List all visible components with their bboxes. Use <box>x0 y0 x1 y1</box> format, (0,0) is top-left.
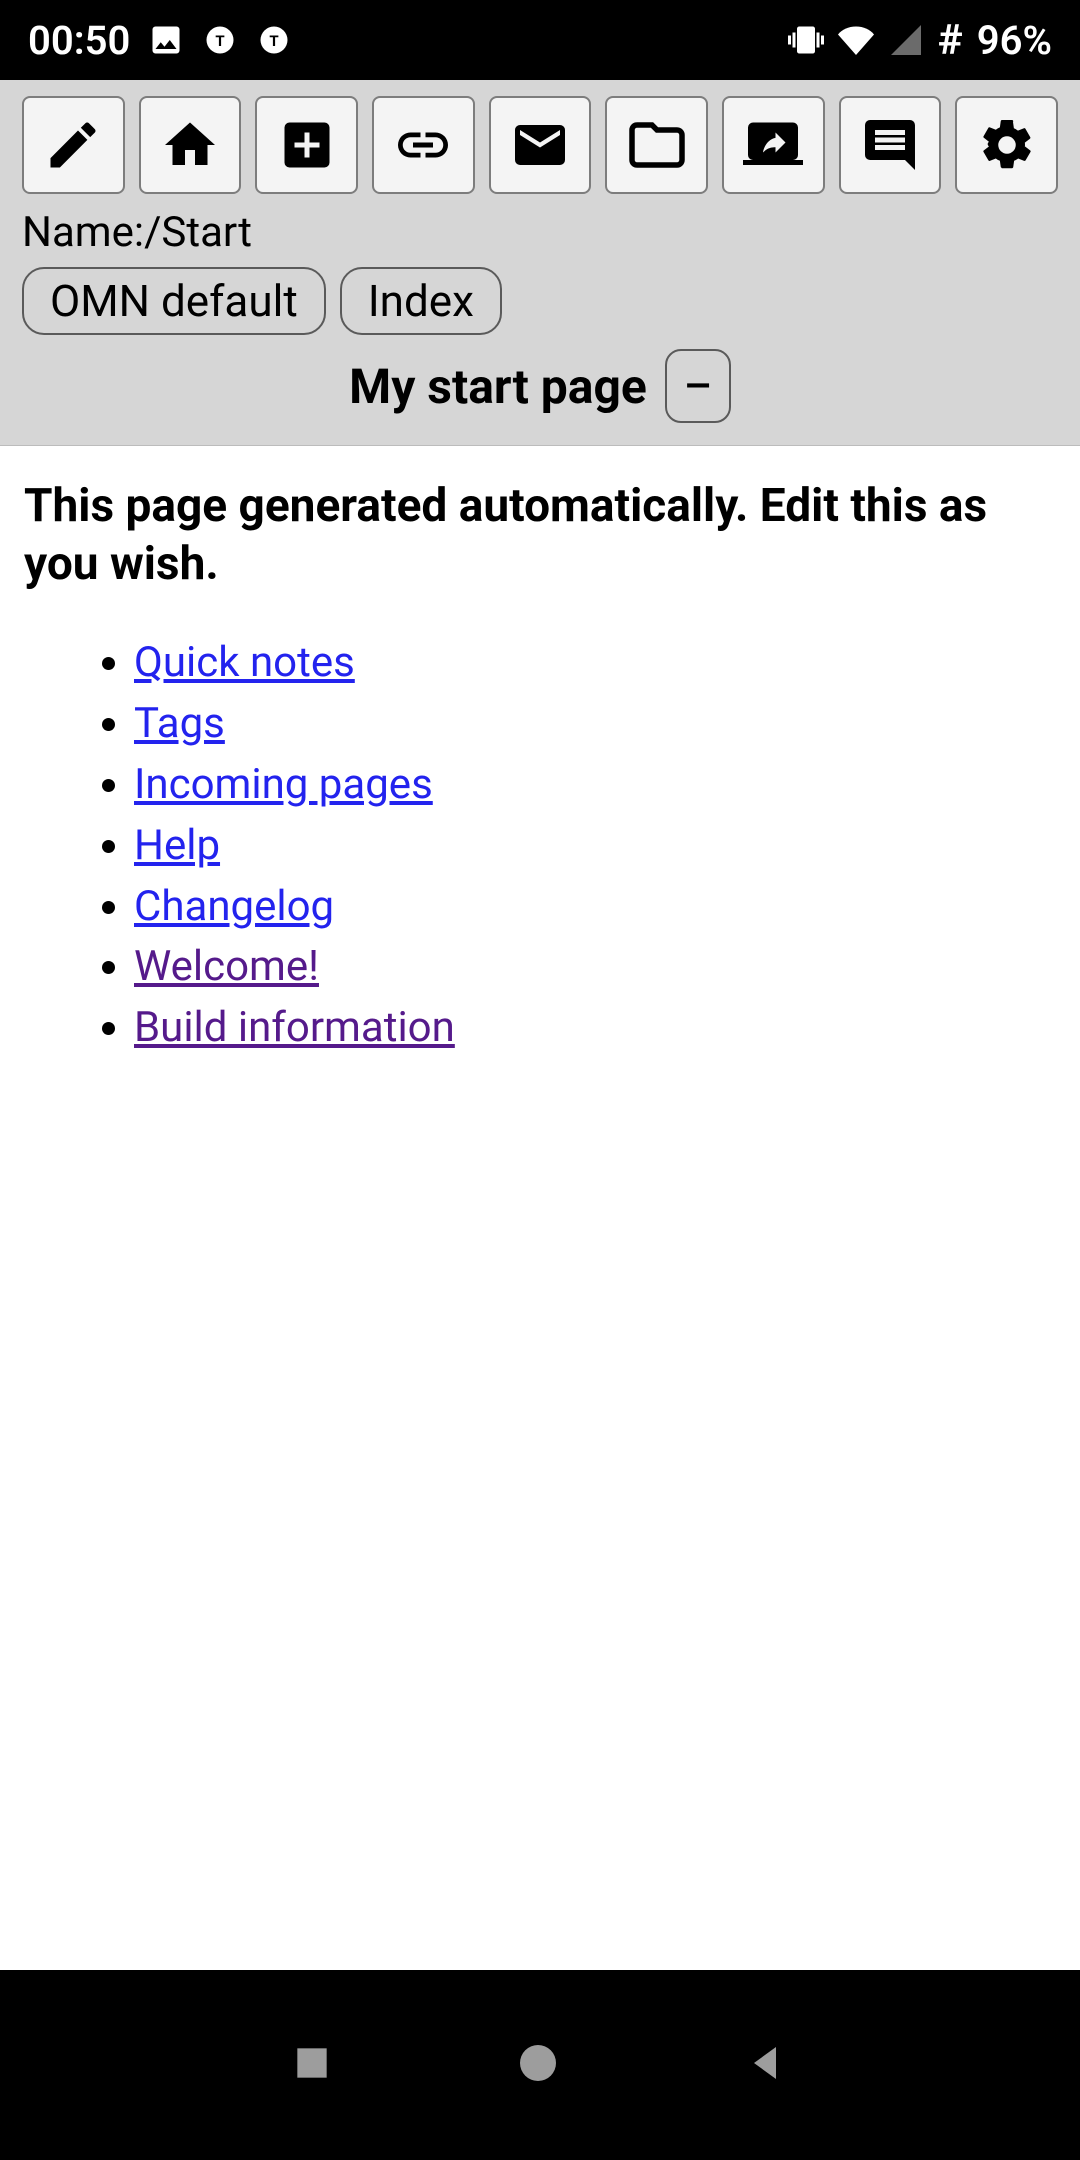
link-button[interactable] <box>372 96 475 194</box>
link-changelog[interactable]: Changelog <box>134 882 334 931</box>
page-title: My start page <box>349 358 647 415</box>
signal-icon <box>888 22 924 58</box>
comment-button[interactable] <box>839 96 942 194</box>
list-item: Welcome! <box>134 937 1056 998</box>
vibrate-icon <box>788 22 824 58</box>
pencil-icon <box>43 115 103 175</box>
app-badge-icon: T <box>256 22 292 58</box>
new-button[interactable] <box>255 96 358 194</box>
folder-button[interactable] <box>605 96 708 194</box>
list-item: Build information <box>134 998 1056 1059</box>
link-incoming-pages[interactable]: Incoming pages <box>134 760 433 809</box>
status-time: 00:50 <box>28 17 130 64</box>
list-item: Help <box>134 816 1056 877</box>
chip-omn-default[interactable]: OMN default <box>22 267 326 335</box>
home-button[interactable] <box>139 96 242 194</box>
link-build-information[interactable]: Build information <box>134 1003 455 1052</box>
comment-icon <box>860 115 920 175</box>
folder-icon <box>627 115 687 175</box>
settings-button[interactable] <box>955 96 1058 194</box>
nav-recent-button[interactable] <box>290 2041 334 2089</box>
gear-icon <box>977 115 1037 175</box>
title-row: My start page – <box>22 349 1058 423</box>
mail-icon <box>510 115 570 175</box>
status-right: # 96% <box>788 16 1052 65</box>
home-icon <box>160 115 220 175</box>
mail-button[interactable] <box>489 96 592 194</box>
link-icon <box>393 115 453 175</box>
chip-index[interactable]: Index <box>340 267 502 335</box>
plus-box-icon <box>277 115 337 175</box>
circle-icon <box>514 2039 562 2087</box>
svg-text:T: T <box>216 32 225 50</box>
link-tags[interactable]: Tags <box>134 699 225 748</box>
toolbar <box>22 96 1058 194</box>
chip-row: OMN default Index <box>22 267 1058 335</box>
status-hash: # <box>938 16 963 65</box>
header-area: Name:/Start OMN default Index My start p… <box>0 80 1080 446</box>
page-path: Name:/Start <box>22 208 1058 257</box>
wifi-icon <box>838 22 874 58</box>
collapse-button[interactable]: – <box>665 349 731 423</box>
nav-back-button[interactable] <box>742 2039 790 2091</box>
link-welcome[interactable]: Welcome! <box>134 942 319 991</box>
status-bar: 00:50 T T # 96% <box>0 0 1080 80</box>
list-item: Changelog <box>134 877 1056 938</box>
edit-button[interactable] <box>22 96 125 194</box>
list-item: Incoming pages <box>134 755 1056 816</box>
triangle-back-icon <box>742 2039 790 2087</box>
link-list: Quick notes Tags Incoming pages Help Cha… <box>24 633 1056 1059</box>
square-icon <box>290 2041 334 2085</box>
link-help[interactable]: Help <box>134 821 220 870</box>
picture-icon <box>148 22 184 58</box>
list-item: Quick notes <box>134 633 1056 694</box>
status-left: 00:50 T T <box>28 17 292 64</box>
intro-text: This page generated automatically. Edit … <box>24 478 1056 593</box>
link-quick-notes[interactable]: Quick notes <box>134 638 355 687</box>
system-nav-bar <box>0 1970 1080 2160</box>
share-button[interactable] <box>722 96 825 194</box>
nav-home-button[interactable] <box>514 2039 562 2091</box>
status-battery: 96% <box>977 17 1052 64</box>
screen-share-icon <box>743 115 803 175</box>
app-badge-icon: T <box>202 22 238 58</box>
list-item: Tags <box>134 694 1056 755</box>
svg-text:T: T <box>270 32 279 50</box>
main-content: This page generated automatically. Edit … <box>0 446 1080 1091</box>
